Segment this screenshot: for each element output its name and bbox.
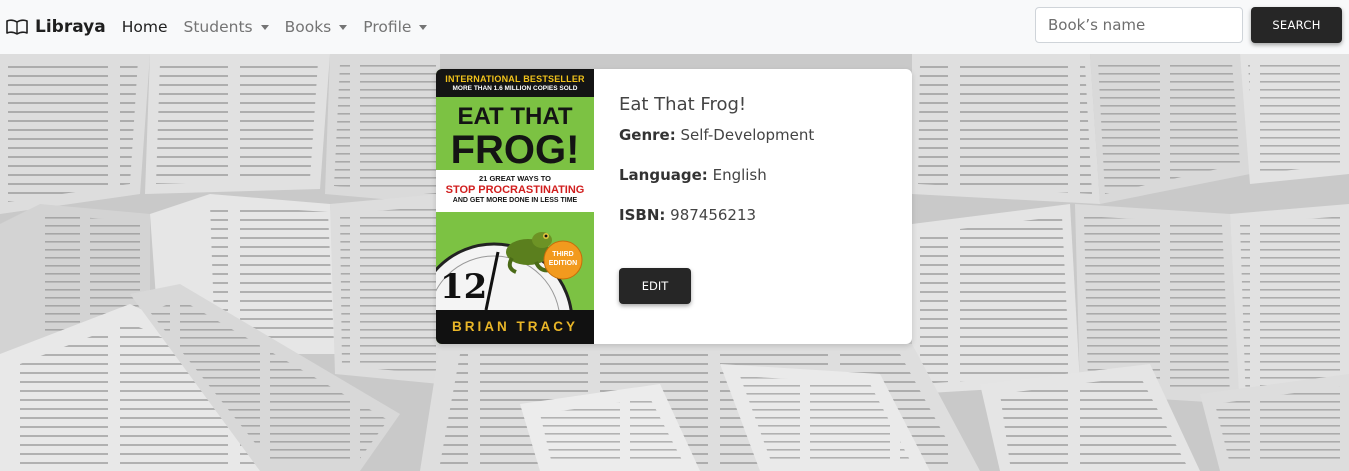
book-title: Eat That Frog! (619, 94, 747, 115)
cover-subtitle-line3: AND GET MORE DONE IN LESS TIME (452, 197, 578, 204)
book-cover-image: INTERNATIONAL BESTSELLER MORE THAN 1.6 M… (436, 69, 594, 344)
cover-subtitle: 21 GREAT WAYS TO STOP PROCRASTINATING AN… (436, 170, 594, 212)
book-card: INTERNATIONAL BESTSELLER MORE THAN 1.6 M… (436, 69, 912, 344)
language-label: Language: (619, 166, 708, 184)
search-form: SEARCH (1035, 7, 1342, 43)
edit-button[interactable]: EDIT (619, 268, 691, 304)
brand[interactable]: Libraya (6, 0, 106, 54)
nav-home[interactable]: Home (122, 18, 168, 36)
cover-author: BRIAN TRACY (436, 310, 594, 344)
brand-name: Libraya (35, 17, 106, 37)
cover-subtitle-line1: 21 GREAT WAYS TO (479, 174, 551, 183)
nav-students-dropdown[interactable]: Students (184, 18, 269, 36)
cover-title-line2: FROG! (450, 128, 580, 172)
cover-banner: INTERNATIONAL BESTSELLER MORE THAN 1.6 M… (436, 69, 594, 97)
nav-profile-dropdown[interactable]: Profile (363, 18, 428, 36)
language-value: English (712, 166, 767, 184)
nav-books-dropdown[interactable]: Books (285, 18, 348, 36)
genre-label: Genre: (619, 126, 676, 144)
nav-home-label: Home (121, 18, 168, 36)
nav-links: Home Students Books Profile (122, 0, 444, 54)
nav-books-label: Books (284, 18, 332, 36)
isbn-value: 987456213 (670, 206, 757, 224)
open-book-icon (6, 19, 28, 35)
caret-down-icon (419, 24, 428, 30)
badge-line1: THIRD (552, 251, 573, 258)
genre-field: Genre: Self-Development (619, 126, 814, 144)
cover-subtitle-line2: STOP PROCRASTINATING (445, 184, 585, 196)
isbn-label: ISBN: (619, 206, 666, 224)
nav-students-label: Students (183, 18, 253, 36)
caret-down-icon (339, 24, 348, 30)
isbn-field: ISBN: 987456213 (619, 206, 814, 224)
clock-numbers: 12 (440, 267, 487, 307)
cover-banner-line2: MORE THAN 1.6 MILLION COPIES SOLD (452, 85, 578, 92)
genre-value: Self-Development (680, 126, 815, 144)
badge-line2: EDITION (549, 260, 577, 267)
frog-clock-illustration: 12 THIRD EDITION (436, 212, 594, 310)
language-field: Language: English (619, 166, 814, 184)
book-details: Eat That Frog! Genre: Self-Development L… (594, 69, 814, 344)
cover-banner-line1: INTERNATIONAL BESTSELLER (445, 74, 585, 84)
search-button[interactable]: SEARCH (1251, 7, 1342, 43)
navbar: Libraya Home Students Books Profile SEAR… (0, 0, 1349, 54)
caret-down-icon (260, 24, 269, 30)
cover-title-line1: EAT THAT (457, 103, 573, 130)
cover-title: EAT THAT FROG! (436, 103, 594, 172)
nav-profile-label: Profile (363, 18, 412, 36)
search-input[interactable] (1035, 7, 1243, 43)
